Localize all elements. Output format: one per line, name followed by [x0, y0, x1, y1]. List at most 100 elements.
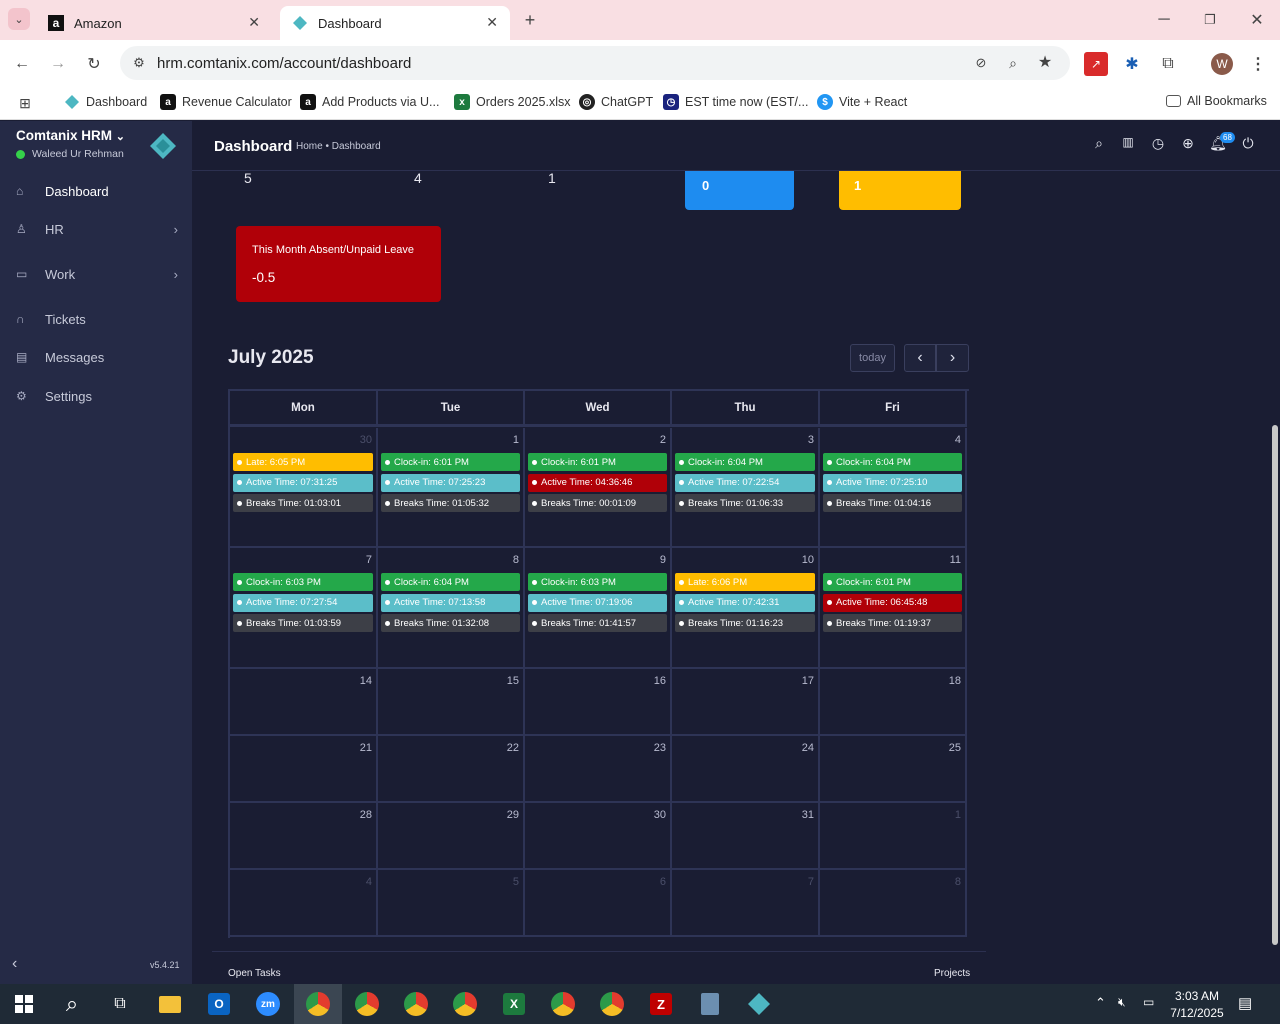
calendar-event[interactable]: Clock-in: 6:04 PM [675, 453, 815, 471]
calendar-event[interactable]: Active Time: 07:25:10 [823, 473, 962, 492]
calendar-event[interactable]: Breaks Time: 01:32:08 [381, 614, 520, 632]
calendar-day-cell[interactable]: 30 Late: 6:05 PM Active Time: 07:31:25 Brea… [230, 428, 378, 548]
calendar-day-cell[interactable]: 7 Clock-in: 6:03 PM Active Time: 07:27:54 B… [230, 548, 378, 669]
calendar-day-cell[interactable]: 1 Clock-in: 6:01 PM Active Time: 07:25:23 B… [378, 428, 525, 548]
day-number[interactable]: 24 [802, 742, 814, 754]
search-icon[interactable]: ⌕ [48, 984, 96, 1024]
day-number[interactable]: 14 [360, 675, 372, 687]
calendar-event[interactable]: Active Time: 07:42:31 [675, 593, 815, 612]
bookmark-chatgpt[interactable]: ◎ ChatGPT [579, 94, 653, 110]
calendar-event[interactable]: Breaks Time: 01:19:37 [823, 614, 962, 632]
bookmark-est-time[interactable]: ◷ EST time now (EST/... [663, 94, 808, 110]
calendar-day-cell[interactable]: 9 Clock-in: 6:03 PM Active Time: 07:19:06 B… [525, 548, 672, 669]
calendar-day-cell[interactable]: 1 [820, 803, 967, 870]
bookmark-dashboard[interactable]: Dashboard [64, 94, 147, 110]
day-number[interactable]: 7 [366, 554, 372, 566]
day-number[interactable]: 8 [955, 876, 961, 888]
calendar-event[interactable]: Clock-in: 6:04 PM [823, 453, 962, 471]
day-number[interactable]: 3 [808, 434, 814, 446]
calculator-icon[interactable] [686, 984, 734, 1024]
calendar-event[interactable]: Active Time: 07:27:54 [233, 593, 373, 612]
sidebar-item-messages[interactable]: ▤ Messages [0, 340, 192, 374]
extension-acrobat-icon[interactable]: ↗ [1084, 52, 1108, 76]
sidebar-item-settings[interactable]: ⚙ Settings [0, 379, 192, 413]
bookmark-vite-react[interactable]: $ Vite + React [817, 94, 907, 110]
calendar-event[interactable]: Active Time: 07:31:25 [233, 473, 373, 492]
add-circle-icon[interactable]: ⊕ [1178, 135, 1198, 152]
day-number[interactable]: 10 [802, 554, 814, 566]
calendar-day-cell[interactable]: 4 [230, 870, 378, 937]
calendar-event[interactable]: Clock-in: 6:03 PM [528, 573, 667, 591]
day-number[interactable]: 1 [955, 809, 961, 821]
breadcrumb-home[interactable]: Home [296, 141, 323, 152]
address-bar[interactable]: ⚙ hrm.comtanix.com/account/dashboard ⊘ ⌕… [120, 46, 1070, 80]
calendar-day-cell[interactable]: 23 [525, 736, 672, 803]
sidebar-item-dashboard[interactable]: ⌂ Dashboard [0, 174, 192, 208]
calendar-event[interactable]: Active Time: 07:19:06 [528, 593, 667, 612]
zoom-app-icon[interactable]: zm [244, 984, 292, 1024]
calendar-day-cell[interactable]: 15 [378, 669, 525, 736]
day-number[interactable]: 25 [949, 742, 961, 754]
calendar-event[interactable]: Breaks Time: 01:16:23 [675, 614, 815, 632]
calendar-day-cell[interactable]: 17 [672, 669, 820, 736]
chrome-profile-icon[interactable] [392, 984, 440, 1024]
calendar-day-cell[interactable]: 31 [672, 803, 820, 870]
close-tab-icon[interactable]: ✕ [248, 14, 260, 31]
chrome-profile-icon[interactable] [588, 984, 636, 1024]
new-tab-icon[interactable]: + [520, 10, 540, 30]
calendar-day-cell[interactable]: 11 Clock-in: 6:01 PM Active Time: 06:45:48… [820, 548, 967, 669]
calendar-day-cell[interactable]: 28 [230, 803, 378, 870]
day-number[interactable]: 31 [802, 809, 814, 821]
day-number[interactable]: 4 [366, 876, 372, 888]
calendar-event[interactable]: Breaks Time: 01:04:16 [823, 494, 962, 512]
calendar-day-cell[interactable]: 5 [378, 870, 525, 937]
calendar-event[interactable]: Active Time: 07:25:23 [381, 473, 520, 492]
day-number[interactable]: 9 [660, 554, 666, 566]
tab-amazon[interactable]: a Amazon ✕ [36, 6, 272, 40]
clock-tray[interactable]: 3:03 AM 7/12/2025 [1165, 988, 1229, 1022]
clock-icon[interactable]: ◷ [1148, 135, 1168, 152]
calendar-day-cell[interactable]: 22 [378, 736, 525, 803]
restore-icon[interactable]: ❐ [1198, 8, 1222, 32]
today-button[interactable]: today [850, 344, 895, 372]
day-number[interactable]: 7 [808, 876, 814, 888]
bookmark-revenue-calculator[interactable]: a Revenue Calculator [160, 94, 292, 110]
calendar-event[interactable]: Active Time: 07:22:54 [675, 473, 815, 492]
windows-start-icon[interactable] [0, 984, 48, 1024]
volume-muted-icon[interactable]: 🔇︎ [1118, 995, 1126, 1010]
day-number[interactable]: 4 [955, 434, 961, 446]
day-number[interactable]: 30 [360, 434, 372, 446]
extensions-puzzle-icon[interactable]: ⧉ [1156, 52, 1180, 76]
calendar-day-cell[interactable]: 4 Clock-in: 6:04 PM Active Time: 07:25:10 B… [820, 428, 967, 548]
tab-search-icon[interactable]: ⌄ [8, 8, 30, 30]
network-icon[interactable]: ▭ [1143, 995, 1154, 1009]
calendar-event[interactable]: Breaks Time: 01:03:59 [233, 614, 373, 632]
sidebar-item-work[interactable]: ▭ Work › [0, 257, 192, 291]
sidebar-item-tickets[interactable]: ∩ Tickets [0, 302, 192, 336]
bookmark-orders[interactable]: x Orders 2025.xlsx [454, 94, 570, 110]
calendar-day-cell[interactable]: 18 [820, 669, 967, 736]
prev-month-button[interactable]: ‹ [904, 344, 936, 372]
task-view-icon[interactable]: ⧉ [96, 984, 144, 1024]
calendar-event[interactable]: Active Time: 07:13:58 [381, 593, 520, 612]
calendar-event[interactable]: Active Time: 04:36:46 [528, 473, 667, 492]
notes-icon[interactable]: ▥ [1118, 135, 1138, 149]
calendar-event[interactable]: Clock-in: 6:01 PM [823, 573, 962, 591]
day-number[interactable]: 28 [360, 809, 372, 821]
comtanix-app-icon[interactable] [735, 984, 783, 1024]
calendar-event[interactable]: Breaks Time: 01:41:57 [528, 614, 667, 632]
calendar-day-cell[interactable]: 14 [230, 669, 378, 736]
profile-avatar[interactable]: W [1211, 53, 1233, 75]
day-number[interactable]: 5 [513, 876, 519, 888]
chrome-profile-icon[interactable] [343, 984, 391, 1024]
day-number[interactable]: 22 [507, 742, 519, 754]
calendar-day-cell[interactable]: 2 Clock-in: 6:01 PM Active Time: 04:36:46 B… [525, 428, 672, 548]
all-bookmarks[interactable]: All Bookmarks [1166, 94, 1267, 108]
window-close-icon[interactable]: ✕ [1245, 8, 1269, 32]
minimize-icon[interactable]: ─ [1152, 8, 1176, 32]
calendar-day-cell[interactable]: 30 [525, 803, 672, 870]
extension-icon[interactable]: ✱ [1120, 52, 1144, 76]
day-number[interactable]: 29 [507, 809, 519, 821]
calendar-day-cell[interactable]: 8 Clock-in: 6:04 PM Active Time: 07:13:58 B… [378, 548, 525, 669]
day-number[interactable]: 18 [949, 675, 961, 687]
